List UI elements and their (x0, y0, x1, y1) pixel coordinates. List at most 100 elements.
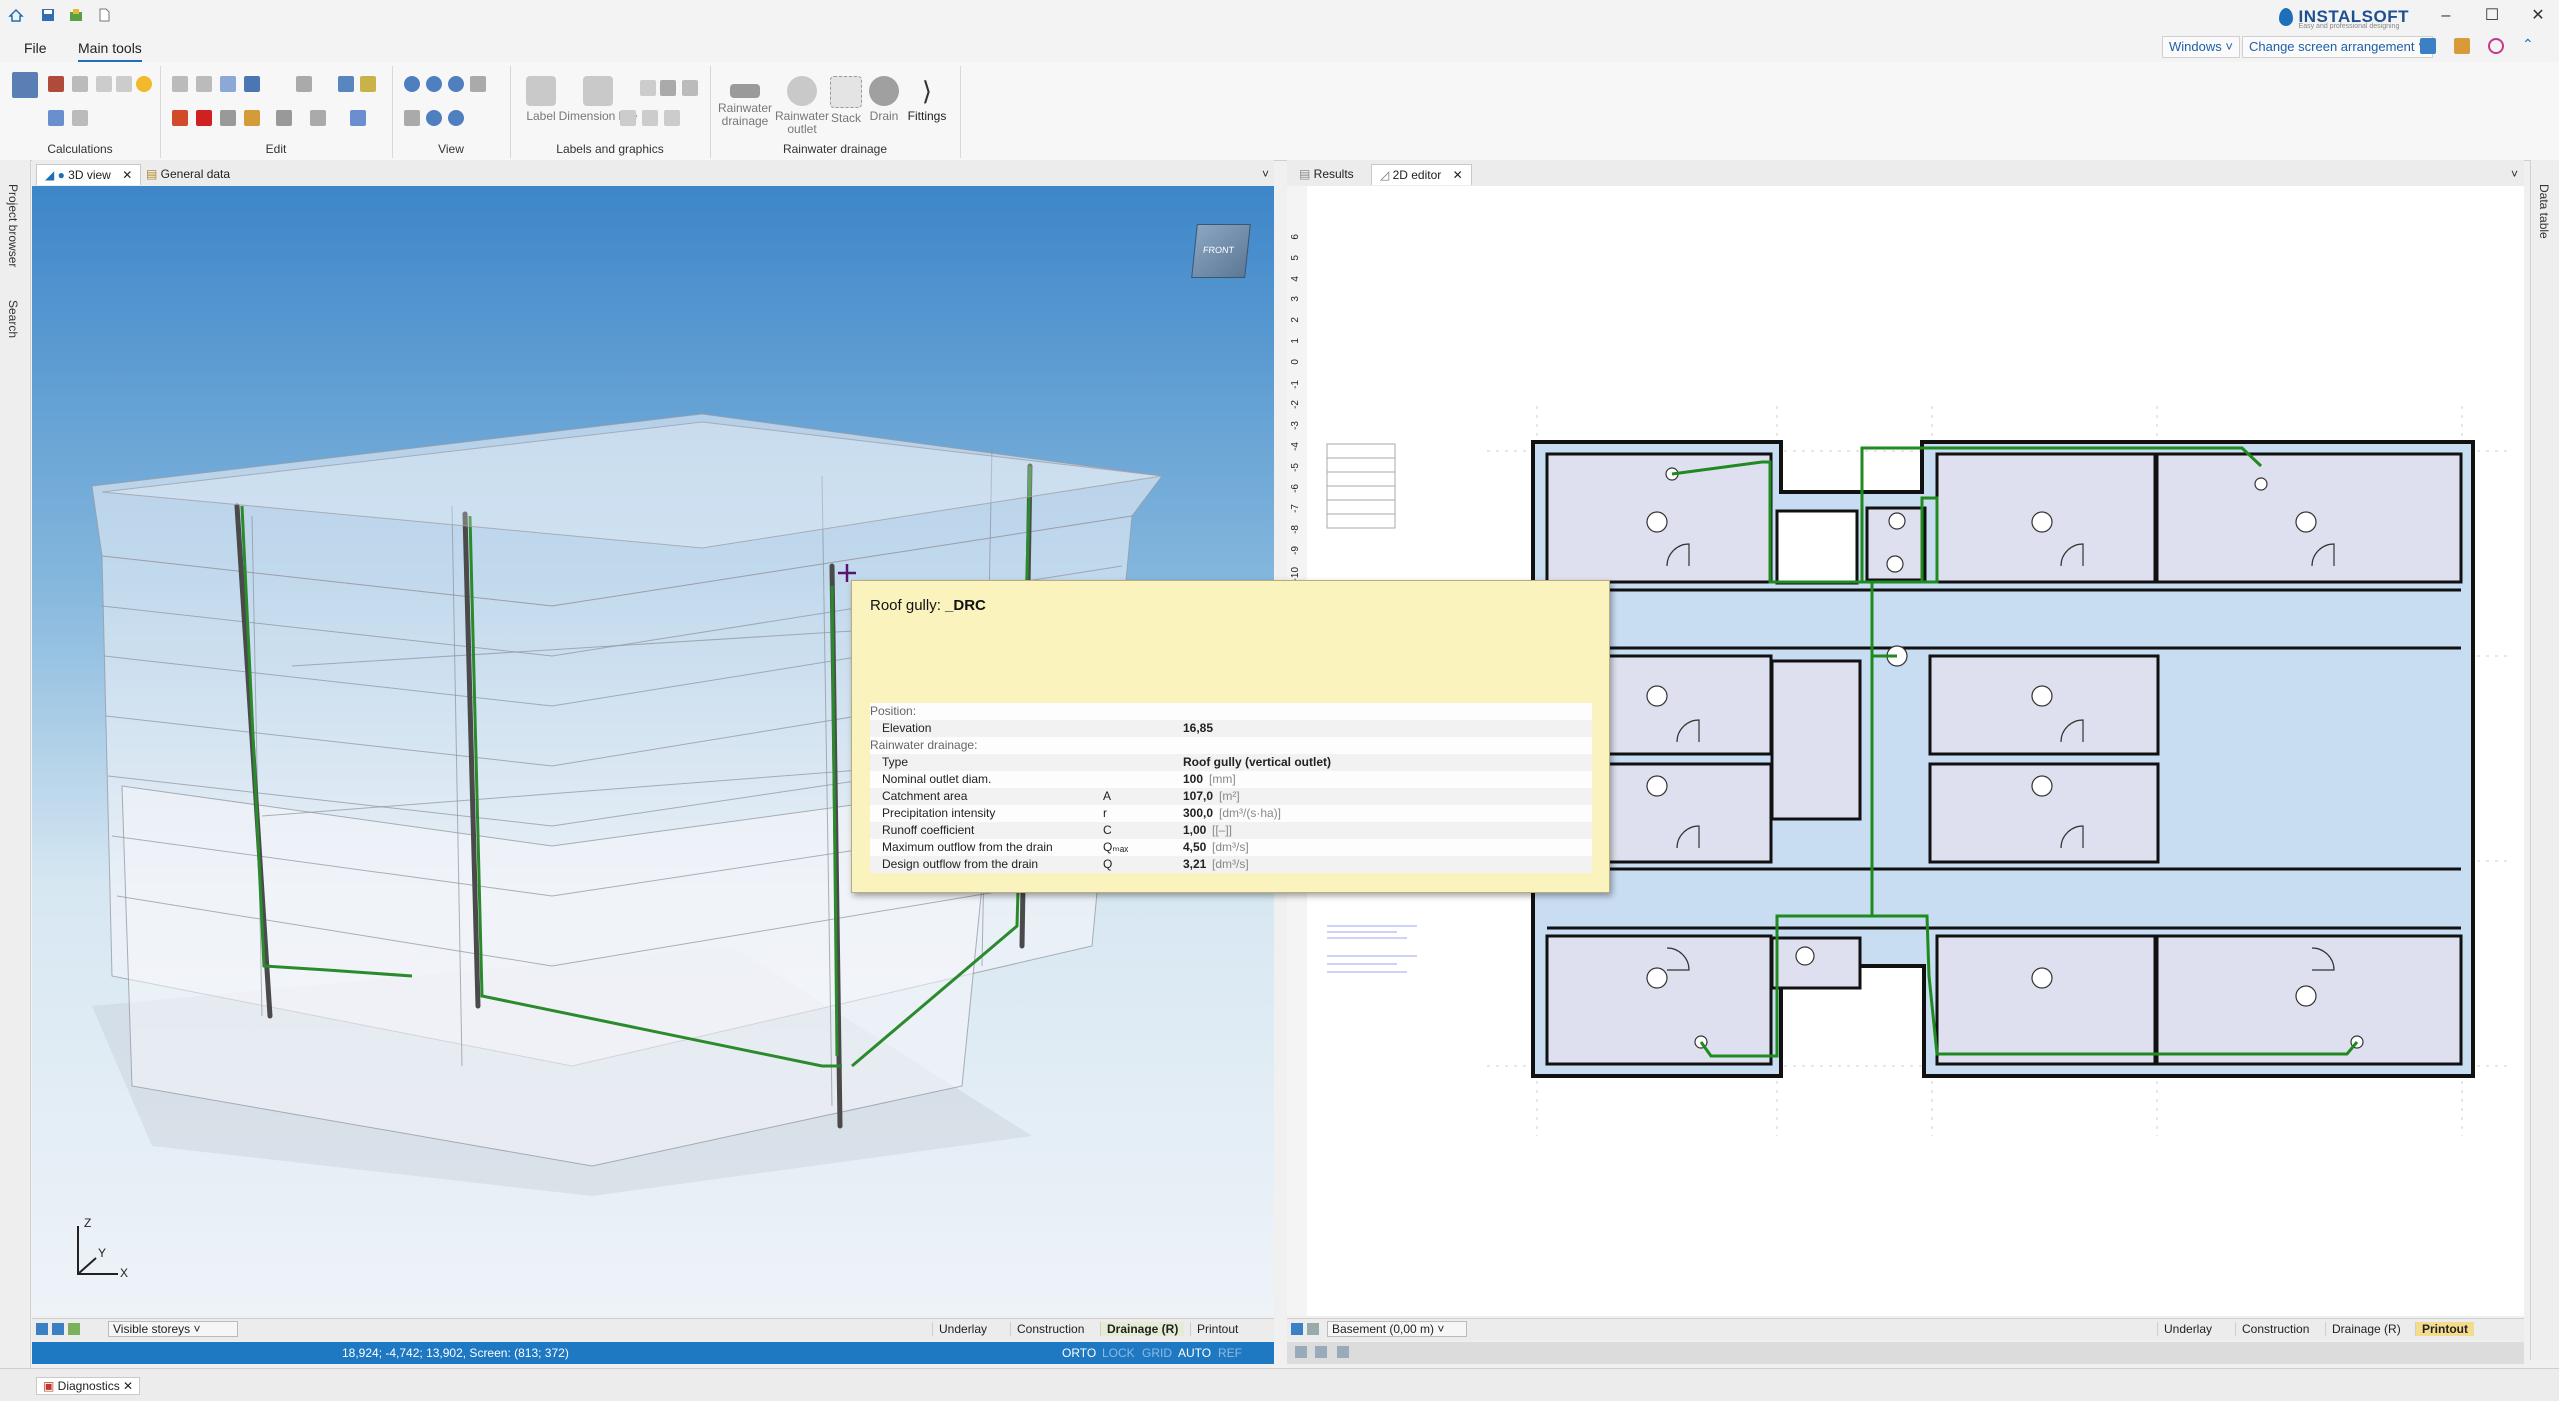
layer-tab-underlay[interactable]: Underlay (932, 1322, 993, 1336)
copy-icon[interactable] (172, 76, 188, 92)
grid-icon[interactable] (72, 110, 88, 126)
pane2d-menu-icon[interactable]: ˅ (2503, 164, 2526, 184)
ortho-toggle[interactable]: ORTO (1062, 1346, 1096, 1360)
search-tab[interactable]: Search (6, 300, 20, 338)
report-icon[interactable] (72, 76, 88, 92)
title-bar: INSTALSOFT Easy and professional designi… (0, 0, 2559, 32)
grid-toggle[interactable]: GRID (1142, 1346, 1172, 1360)
layer-tab-drainage[interactable]: Drainage (R) (1100, 1322, 1185, 1336)
axis-y-label: Y (98, 1246, 107, 1260)
storey-up-icon[interactable] (1291, 1323, 1303, 1335)
zoom-window-icon[interactable] (448, 76, 464, 92)
move-icon[interactable] (220, 110, 236, 126)
diagnostics-tab[interactable]: ▣ Diagnostics ✕ (36, 1377, 141, 1395)
pane3d-menu-icon[interactable]: ˅ (1254, 164, 1277, 184)
property-unit: [[–]] (1212, 823, 1233, 837)
menu-file[interactable]: File (24, 40, 47, 56)
storey-down-icon[interactable] (52, 1323, 64, 1335)
tab-3d-view[interactable]: ◢ ● 3D view ✕ (36, 164, 142, 185)
section-position: Position: (870, 703, 1592, 720)
close-icon[interactable]: ✕ (2523, 6, 2553, 26)
data-table-tab[interactable]: Data table (2537, 184, 2551, 239)
delete-icon[interactable] (196, 110, 212, 126)
measure-icon[interactable] (1315, 1346, 1327, 1358)
zoom-previous-icon[interactable] (448, 110, 464, 126)
paste-icon[interactable] (220, 76, 236, 92)
tab-results[interactable]: ▤ Results (1291, 164, 1362, 184)
layer-tab-printout[interactable]: Printout (1190, 1322, 1244, 1336)
legend-icon[interactable] (660, 80, 676, 96)
table-insert-icon[interactable] (682, 80, 698, 96)
rainwater-drainage-button[interactable]: Rainwater drainage (714, 72, 776, 128)
auto-toggle[interactable]: AUTO (1178, 1346, 1211, 1360)
visible-storeys-dropdown[interactable]: Visible storeys ˅ (108, 1321, 238, 1337)
rotate-icon[interactable] (276, 110, 292, 126)
layers-icon[interactable] (48, 110, 64, 126)
frame-icon[interactable] (642, 110, 658, 126)
ortho-icon[interactable] (1337, 1346, 1349, 1358)
ref-toggle[interactable]: REF (1218, 1346, 1242, 1360)
storey-dropdown[interactable]: Basement (0,00 m) ˅ (1327, 1321, 1467, 1337)
save-icon[interactable] (40, 7, 56, 23)
wizard-icon[interactable] (96, 76, 112, 92)
fittings-button[interactable]: ⟩ Fittings (900, 72, 954, 123)
rainwater-outlet-button[interactable]: Rainwater outlet (772, 72, 832, 136)
ruler-tick-label: 4 (1290, 275, 1301, 282)
array-icon[interactable] (310, 110, 326, 126)
close-tab-icon[interactable]: ✕ (122, 168, 132, 182)
storey-filter-icon[interactable] (68, 1323, 80, 1335)
layout-icon[interactable] (2420, 38, 2436, 54)
properties-icon[interactable] (296, 76, 312, 92)
layer-tab-printout[interactable]: Printout (2415, 1322, 2474, 1336)
storey-up-icon[interactable] (36, 1323, 48, 1335)
match-icon[interactable] (360, 76, 376, 92)
snap-icon[interactable] (1295, 1346, 1307, 1358)
help-icon[interactable] (2488, 38, 2504, 54)
property-value: 3,21 (1183, 857, 1207, 871)
stamp-icon[interactable] (664, 110, 680, 126)
drop-tool-icon[interactable] (116, 76, 132, 92)
menu-main-tools[interactable]: Main tools (78, 40, 142, 62)
group-labels: Label Dimension line Labels and graphics (510, 66, 711, 158)
layer-tab-drainage[interactable]: Drainage (R) (2325, 1322, 2407, 1336)
layer-tab-construction[interactable]: Construction (1010, 1322, 1090, 1336)
open-icon[interactable] (68, 7, 84, 23)
text-icon[interactable] (640, 80, 656, 96)
view-cube[interactable]: FRONT (1191, 224, 1251, 278)
collapse-ribbon-icon[interactable]: ⌃ (2522, 36, 2540, 54)
align-icon[interactable] (338, 76, 354, 92)
lock-toggle[interactable]: LOCK (1102, 1346, 1135, 1360)
fire-icon[interactable] (136, 76, 152, 92)
layer-tab-underlay[interactable]: Underlay (2157, 1322, 2218, 1336)
table-icon[interactable] (48, 76, 64, 92)
cut-icon[interactable] (196, 76, 212, 92)
tab-general-data[interactable]: ▤ General data (138, 164, 238, 184)
maximize-icon[interactable]: ☐ (2477, 6, 2507, 26)
ruler-tick-label: -7 (1290, 504, 1301, 514)
app-menu-icon[interactable] (8, 7, 24, 23)
image-icon[interactable] (620, 110, 636, 126)
toolbox-icon[interactable] (2454, 38, 2470, 54)
project-browser-tab[interactable]: Project browser (6, 184, 20, 267)
undo-icon[interactable] (244, 76, 260, 92)
tab-2d-editor[interactable]: ◿ 2D editor ✕ (1371, 164, 1472, 185)
storey-down-icon[interactable] (1307, 1323, 1319, 1335)
windows-dropdown[interactable]: Windows ˅ (2162, 36, 2240, 58)
change-arrangement-dropdown[interactable]: Change screen arrangement ˅ (2242, 36, 2433, 58)
select-icon[interactable] (350, 110, 366, 126)
zoom-in-icon[interactable] (404, 76, 420, 92)
zoom-all-icon[interactable] (426, 110, 442, 126)
layer-tab-construction[interactable]: Construction (2235, 1322, 2315, 1336)
calculate-icon[interactable] (12, 72, 38, 98)
outlet-icon (787, 76, 817, 106)
close-tab-icon[interactable]: ✕ (1453, 168, 1463, 182)
new-document-icon[interactable] (96, 7, 112, 23)
minimize-icon[interactable]: – (2431, 6, 2461, 26)
mirror-icon[interactable] (244, 110, 260, 126)
scissors-icon[interactable] (172, 110, 188, 126)
pan-icon[interactable] (404, 110, 420, 126)
zoom-out-icon[interactable] (426, 76, 442, 92)
fitting-icon: ⟩ (921, 76, 933, 106)
ruler-tick-label: -5 (1290, 462, 1301, 472)
view-options-icon[interactable] (470, 76, 486, 92)
